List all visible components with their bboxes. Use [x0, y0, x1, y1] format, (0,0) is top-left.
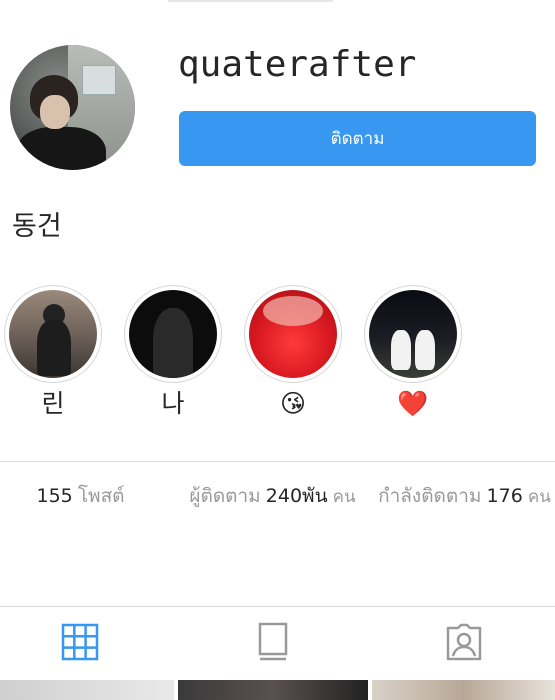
stats-divider-bottom: [0, 606, 555, 607]
grid-photo-2[interactable]: [178, 680, 368, 700]
top-status-divider: [168, 0, 333, 2]
followers-label: ผู้ติดตาม: [189, 485, 261, 507]
highlight-ring: [4, 285, 102, 383]
display-name: 동건: [12, 211, 62, 242]
tab-tagged[interactable]: [444, 622, 484, 662]
highlight-ring: [244, 285, 342, 383]
story-highlight-1[interactable]: 린: [3, 285, 103, 419]
story-highlight-2[interactable]: 나: [123, 285, 223, 419]
username: quaterafter: [178, 44, 417, 85]
story-highlight-3[interactable]: 😘: [243, 285, 343, 419]
tagged-person-icon: [446, 623, 482, 661]
stats-divider-top: [0, 461, 555, 462]
tab-feed[interactable]: [253, 622, 293, 662]
grid-photo-1[interactable]: [0, 680, 174, 700]
highlight-thumbnail: [249, 290, 337, 378]
avatar-body: [16, 127, 106, 170]
highlight-thumbnail: [129, 290, 217, 378]
posts-stat: 155 โพสต์: [0, 484, 173, 508]
highlight-label: 나: [161, 389, 185, 418]
followers-count: 240พัน: [265, 485, 328, 507]
feed-list-icon: [258, 622, 288, 661]
posts-count: 155: [36, 485, 73, 507]
tab-grid[interactable]: [60, 622, 100, 662]
avatar[interactable]: [10, 45, 135, 170]
avatar-face: [40, 95, 70, 129]
story-highlight-4[interactable]: ❤️: [363, 285, 463, 419]
following-unit: คน: [527, 487, 551, 507]
posts-label: โพสต์: [77, 485, 125, 507]
following-label: กำลังติดตาม: [378, 485, 482, 507]
highlight-ring: [124, 285, 222, 383]
grid-icon: [61, 623, 99, 661]
follow-button[interactable]: ติดตาม: [179, 111, 536, 166]
followers-stat[interactable]: ผู้ติดตาม 240พัน คน: [180, 484, 365, 508]
profile-page: quaterafter ติดตาม 동건 린 나 😘 ❤️ 155 โพสต์…: [0, 0, 555, 700]
highlight-thumbnail: [369, 290, 457, 378]
highlight-label: 😘: [279, 389, 307, 418]
highlight-label: 린: [41, 389, 65, 418]
grid-photo-3[interactable]: [372, 680, 555, 700]
highlight-thumbnail: [9, 290, 97, 378]
highlight-label: ❤️: [397, 389, 429, 418]
highlight-ring: [364, 285, 462, 383]
following-stat[interactable]: กำลังติดตาม 176 คน: [372, 484, 555, 508]
followers-unit: คน: [332, 487, 356, 507]
avatar-sign: [82, 65, 116, 95]
following-count: 176: [486, 485, 523, 507]
